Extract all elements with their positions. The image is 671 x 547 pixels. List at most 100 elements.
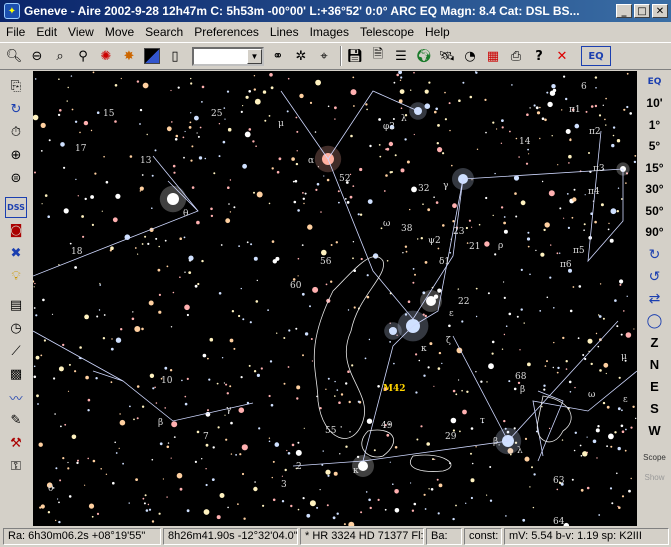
close-button[interactable]: ✕ xyxy=(652,4,668,18)
search-icon[interactable]: ⚲ xyxy=(73,46,93,66)
telescope-icon[interactable]: ⟋ xyxy=(5,341,27,362)
printer-icon[interactable]: ⎙ xyxy=(506,46,526,66)
menu-images[interactable]: Images xyxy=(310,25,349,39)
fov-90deg[interactable]: 90° xyxy=(645,222,663,244)
menu-lines[interactable]: Lines xyxy=(270,25,299,39)
star-label: 22 xyxy=(458,297,469,307)
star xyxy=(92,71,95,74)
color-icon[interactable] xyxy=(142,46,162,66)
sky-canvas[interactable]: 15 25 17 13 θ 18 μ α 52 φ2 λ 14 π1 π2 6 π3 π4 γ 32 ω 38 ψ2 23 ρ… xyxy=(33,71,637,526)
key-icon[interactable]: ⚿ xyxy=(5,456,27,477)
star xyxy=(513,387,517,391)
binoculars-icon[interactable]: ⚭ xyxy=(268,46,288,66)
maximize-button[interactable]: □ xyxy=(634,4,650,18)
scope-button[interactable]: Scope xyxy=(643,448,666,468)
fov-5deg[interactable]: 5° xyxy=(649,136,660,158)
star xyxy=(238,407,245,414)
menu-help[interactable]: Help xyxy=(425,25,450,39)
menu-preferences[interactable]: Preferences xyxy=(194,25,259,39)
starfield xyxy=(33,71,637,526)
bright-star[interactable] xyxy=(358,461,368,471)
eq-mode-icon[interactable]: EQ xyxy=(581,46,611,66)
fov-30deg[interactable]: 30° xyxy=(645,179,663,201)
star xyxy=(607,228,610,231)
star xyxy=(596,457,598,459)
bright-star[interactable] xyxy=(426,296,436,306)
gauge-icon[interactable]: ◔ xyxy=(460,46,480,66)
dir-zenith[interactable]: Z xyxy=(651,332,659,354)
zoom-combo[interactable]: ▼ xyxy=(192,46,264,66)
app-icon[interactable]: ✦ xyxy=(4,3,20,19)
sky-chart[interactable]: 15 25 17 13 θ 18 μ α 52 φ2 λ 14 π1 π2 6 π3 π4 γ 32 ω 38 ψ2 23 ρ… xyxy=(33,71,637,526)
menu-move[interactable]: Move xyxy=(105,25,134,39)
dir-east[interactable]: E xyxy=(650,376,659,398)
star xyxy=(295,162,299,166)
menu-file[interactable]: File xyxy=(6,25,25,39)
fov-15deg[interactable]: 15° xyxy=(645,158,663,180)
fov-50deg[interactable]: 50° xyxy=(645,201,663,223)
calendar-icon[interactable]: ▦ xyxy=(483,46,503,66)
menu-telescope[interactable]: Telescope xyxy=(360,25,414,39)
save-icon[interactable]: 💾︎ xyxy=(345,46,365,66)
star xyxy=(438,351,442,355)
star-filter-icon[interactable]: ✸ xyxy=(119,46,139,66)
document-icon[interactable]: 🗎︎ xyxy=(368,46,388,66)
bright-star[interactable] xyxy=(167,193,179,205)
tools-icon[interactable]: ⚒ xyxy=(5,433,27,454)
zoom-in-icon[interactable]: 🔍︎ xyxy=(4,46,24,66)
menu-search[interactable]: Search xyxy=(145,25,183,39)
list-panel-icon[interactable]: ▤ xyxy=(5,295,27,316)
notes-icon[interactable]: ✎ xyxy=(5,410,27,431)
menu-edit[interactable]: Edit xyxy=(36,25,57,39)
grid-icon[interactable]: ⊕ xyxy=(5,145,27,166)
orbit-icon[interactable]: 〰 xyxy=(5,387,27,408)
zoom-out-icon[interactable]: ⊖ xyxy=(27,46,47,66)
projection-icon[interactable]: ⊜ xyxy=(5,168,27,189)
star xyxy=(465,502,467,504)
star xyxy=(413,71,415,74)
star xyxy=(400,107,403,109)
bright-star[interactable] xyxy=(389,327,397,335)
calc-icon[interactable]: ▩ xyxy=(5,364,27,385)
list-icon[interactable]: ☰ xyxy=(391,46,411,66)
flip-icon[interactable]: ⇄ xyxy=(649,288,661,310)
globe-icon[interactable]: 🌍︎ xyxy=(414,46,434,66)
camera-icon[interactable]: ◙ xyxy=(5,220,27,241)
minimize-button[interactable]: _ xyxy=(616,4,632,18)
show-button[interactable]: Show xyxy=(644,468,664,488)
target-icon[interactable]: ✺ xyxy=(96,46,116,66)
bulb-icon[interactable]: 💡︎ xyxy=(5,266,27,287)
refresh-icon[interactable]: ↻ xyxy=(5,99,27,120)
marker-icon[interactable]: ⌖ xyxy=(314,46,334,66)
eq-mode-icon[interactable]: EQ xyxy=(648,71,662,93)
copy-icon[interactable]: ⎘ xyxy=(5,76,27,97)
star xyxy=(33,114,39,121)
star xyxy=(92,459,96,463)
aladin-icon[interactable]: ✖ xyxy=(5,243,27,264)
find-star-icon[interactable]: ✲ xyxy=(291,46,311,66)
zoom-area-icon[interactable]: ⌕ xyxy=(50,46,70,66)
satellite-icon[interactable]: 🛰︎ xyxy=(437,46,457,66)
rotate-ccw-icon[interactable]: ↺ xyxy=(649,266,661,288)
dss-icon[interactable]: DSS xyxy=(5,197,27,218)
star xyxy=(322,450,324,452)
stop-icon[interactable]: ✕ xyxy=(552,46,572,66)
fov-10min[interactable]: 10' xyxy=(646,93,662,115)
star xyxy=(74,120,78,123)
dial-icon[interactable]: ◷ xyxy=(5,318,27,339)
rotate-cw-icon[interactable]: ↻ xyxy=(649,244,661,266)
page-icon[interactable]: ▯ xyxy=(165,46,185,66)
star xyxy=(520,200,526,206)
star xyxy=(231,310,235,313)
star xyxy=(339,453,341,455)
help-icon[interactable]: ? xyxy=(529,46,549,66)
fov-1deg[interactable]: 1° xyxy=(649,115,660,137)
timer-icon[interactable]: ⏱︎ xyxy=(5,122,27,143)
circle-icon[interactable]: ◯ xyxy=(647,310,663,332)
star xyxy=(44,194,48,197)
dir-west[interactable]: W xyxy=(648,420,660,442)
menu-view[interactable]: View xyxy=(68,25,94,39)
dir-south[interactable]: S xyxy=(650,398,659,420)
chevron-down-icon[interactable]: ▼ xyxy=(247,48,262,64)
dir-north[interactable]: N xyxy=(650,354,659,376)
